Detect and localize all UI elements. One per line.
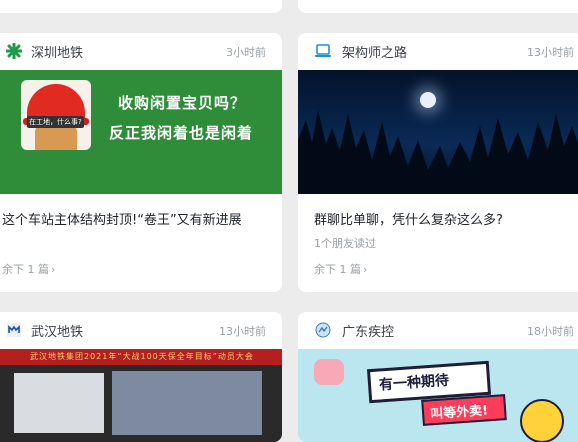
article-title[interactable]: 群聊比单聊，凭什么复杂这么多? [314, 209, 503, 228]
chevron-right-icon: › [51, 263, 56, 276]
helmet-dog-photo: 在工地，什么事? [21, 80, 91, 150]
chevron-right-icon: › [363, 263, 368, 276]
banner-text: 武汉地铁集团2021年“大战100天保全年目标”动员大会 [30, 352, 254, 361]
wuhan-metro-logo-icon[interactable] [6, 322, 22, 338]
thumbnail-text: 反正我闲着也是闲着 [109, 124, 254, 142]
post-time: 18小时前 [527, 325, 574, 338]
caption-box: 叫等外卖! [421, 394, 507, 426]
article-title[interactable]: 这个车站主体结构封顶!“卷王”又有新进展 [2, 209, 242, 228]
feed-card[interactable]: 深圳地铁 3小时前 在工地，什么事? 收购闲置宝贝吗？ 反正我闲着也是闲着 这个… [0, 33, 282, 292]
card-header: 架构师之路 13小时前 [298, 33, 578, 69]
post-time: 3小时前 [226, 46, 266, 59]
account-name[interactable]: 深圳地铁 [31, 42, 83, 61]
article-thumbnail[interactable]: 武汉地铁集团2021年“大战100天保全年目标”动员大会 [0, 349, 282, 442]
feed-card-partial[interactable] [0, 0, 282, 13]
presentation-screen [14, 373, 104, 433]
more-articles-link[interactable]: 余下 1 篇 › [314, 261, 367, 277]
more-label: 余下 1 篇 [314, 263, 361, 276]
account-name[interactable]: 武汉地铁 [31, 321, 83, 340]
pointing-hand-icon [314, 359, 344, 385]
metro-logo-icon[interactable] [5, 42, 23, 60]
card-header: 深圳地铁 3小时前 [0, 33, 282, 69]
smiley-icon [520, 399, 564, 442]
feed-card[interactable]: 广东疾控 18小时前 有一种期待 叫等外卖! [298, 312, 578, 442]
more-articles-link[interactable]: 余下 1 篇 › [2, 261, 55, 277]
card-header: 广东疾控 18小时前 [298, 312, 578, 348]
thumbnail-text: 有一种期待 [378, 372, 450, 394]
account-name[interactable]: 广东疾控 [342, 321, 394, 340]
thumbnail-text: 叫等外卖! [429, 403, 489, 423]
feed-card[interactable]: 武汉地铁 13小时前 武汉地铁集团2021年“大战100天保全年目标”动员大会 [0, 312, 282, 442]
thumbnail-text: 收购闲置宝贝吗？ [118, 94, 247, 112]
cdc-logo-icon[interactable] [315, 322, 331, 338]
post-time: 13小时前 [219, 325, 266, 338]
account-name[interactable]: 架构师之路 [342, 42, 407, 61]
photo-badge: 在工地，什么事? [27, 116, 84, 128]
laptop-icon[interactable] [315, 43, 331, 59]
post-time: 13小时前 [527, 46, 574, 59]
article-thumbnail[interactable]: 有一种期待 叫等外卖! [298, 349, 578, 442]
more-label: 余下 1 篇 [2, 263, 49, 276]
video-wall [112, 371, 262, 435]
meeting-banner: 武汉地铁集团2021年“大战100天保全年目标”动员大会 [0, 349, 282, 365]
feed-card[interactable]: 架构师之路 13小时前 群聊比单聊，凭什么复杂这么多? 1个朋友读过 余下 1 … [298, 33, 578, 292]
friends-read: 1个朋友读过 [314, 237, 376, 250]
article-thumbnail[interactable]: 在工地，什么事? 收购闲置宝贝吗？ 反正我闲着也是闲着 [0, 70, 282, 194]
article-thumbnail[interactable] [298, 70, 578, 194]
feed-card-partial[interactable] [298, 0, 578, 13]
card-header: 武汉地铁 13小时前 [0, 312, 282, 348]
